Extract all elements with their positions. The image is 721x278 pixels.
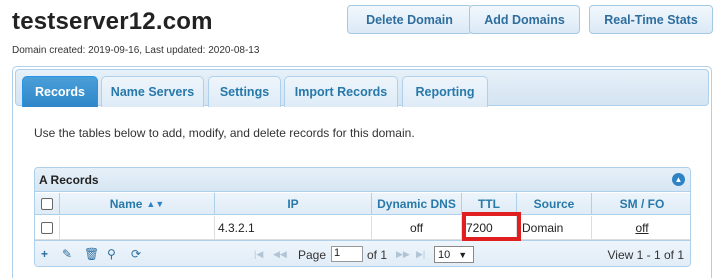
first-page-icon[interactable]: |◀	[254, 249, 263, 260]
add-domains-button[interactable]: Add Domains	[469, 5, 580, 34]
edit-icon[interactable]: ✎	[62, 247, 72, 261]
column-header-name-label: Name	[109, 196, 143, 211]
grid-caption: A Records ▲	[35, 168, 690, 192]
collapse-icon[interactable]: ▲	[672, 173, 685, 186]
rows-per-page-value: 10	[438, 248, 451, 261]
sort-icon[interactable]: ▲▼	[146, 199, 164, 209]
page-number-input[interactable]: 1	[331, 246, 363, 262]
add-icon[interactable]: +	[41, 247, 48, 261]
cell-smfo: off	[592, 216, 690, 240]
records-panel: Records Name Servers Settings Import Rec…	[12, 66, 712, 278]
domain-title: testserver12.com	[12, 8, 213, 35]
delete-domain-button[interactable]: Delete Domain	[347, 5, 472, 34]
grid-caption-title: A Records	[39, 173, 99, 187]
view-count: View 1 - 1 of 1	[607, 248, 685, 262]
row-checkbox[interactable]	[41, 221, 53, 234]
next-page-icon[interactable]: ▶▶	[396, 249, 410, 260]
intro-text: Use the tables below to add, modify, and…	[34, 126, 415, 140]
column-header-smfo[interactable]: SM / FO	[592, 193, 690, 215]
domain-meta: Domain created: 2019-09-16, Last updated…	[12, 45, 260, 56]
refresh-icon[interactable]: ⟳	[131, 247, 141, 261]
rows-per-page-select[interactable]: 10 ▼	[434, 246, 474, 263]
column-header-source[interactable]: Source	[517, 193, 592, 215]
tab-settings[interactable]: Settings	[208, 76, 281, 107]
grid-pager: + ✎ 🗑 ⚲ ⟳ |◀ ◀◀ Page 1 of 1 ▶▶ ▶| 10 ▼ V…	[35, 240, 690, 266]
last-page-icon[interactable]: ▶|	[416, 249, 425, 260]
search-icon[interactable]: ⚲	[107, 247, 116, 261]
tab-bar: Records Name Servers Settings Import Rec…	[15, 69, 709, 107]
row-select-cell	[35, 216, 60, 240]
cell-source[interactable]: Domain	[517, 216, 592, 240]
page-of-label: of 1	[367, 248, 388, 262]
select-all-checkbox[interactable]	[41, 197, 53, 210]
delete-icon[interactable]: 🗑	[84, 247, 99, 261]
tab-import-records[interactable]: Import Records	[284, 76, 398, 107]
tab-name-servers[interactable]: Name Servers	[101, 76, 204, 107]
ttl-highlight-box	[462, 212, 521, 241]
smfo-link[interactable]: off	[635, 221, 648, 235]
column-header-name[interactable]: Name ▲▼	[60, 193, 215, 215]
page-label: Page	[298, 248, 327, 262]
select-all-header	[35, 193, 60, 215]
tab-reporting[interactable]: Reporting	[402, 76, 488, 107]
a-records-grid: A Records ▲ Name ▲▼ IP Dynamic DNS TTL S…	[34, 167, 691, 267]
real-time-stats-button[interactable]: Real-Time Stats	[589, 5, 713, 34]
chevron-down-icon: ▼	[458, 249, 468, 260]
cell-name[interactable]	[60, 216, 215, 240]
cell-dynamic-dns[interactable]: off	[372, 216, 462, 240]
cell-ip[interactable]: 4.3.2.1	[215, 216, 372, 240]
column-header-ip[interactable]: IP	[215, 193, 372, 215]
column-header-dynamic-dns[interactable]: Dynamic DNS	[372, 193, 462, 215]
tab-records[interactable]: Records	[22, 76, 98, 107]
prev-page-icon[interactable]: ◀◀	[273, 249, 287, 260]
